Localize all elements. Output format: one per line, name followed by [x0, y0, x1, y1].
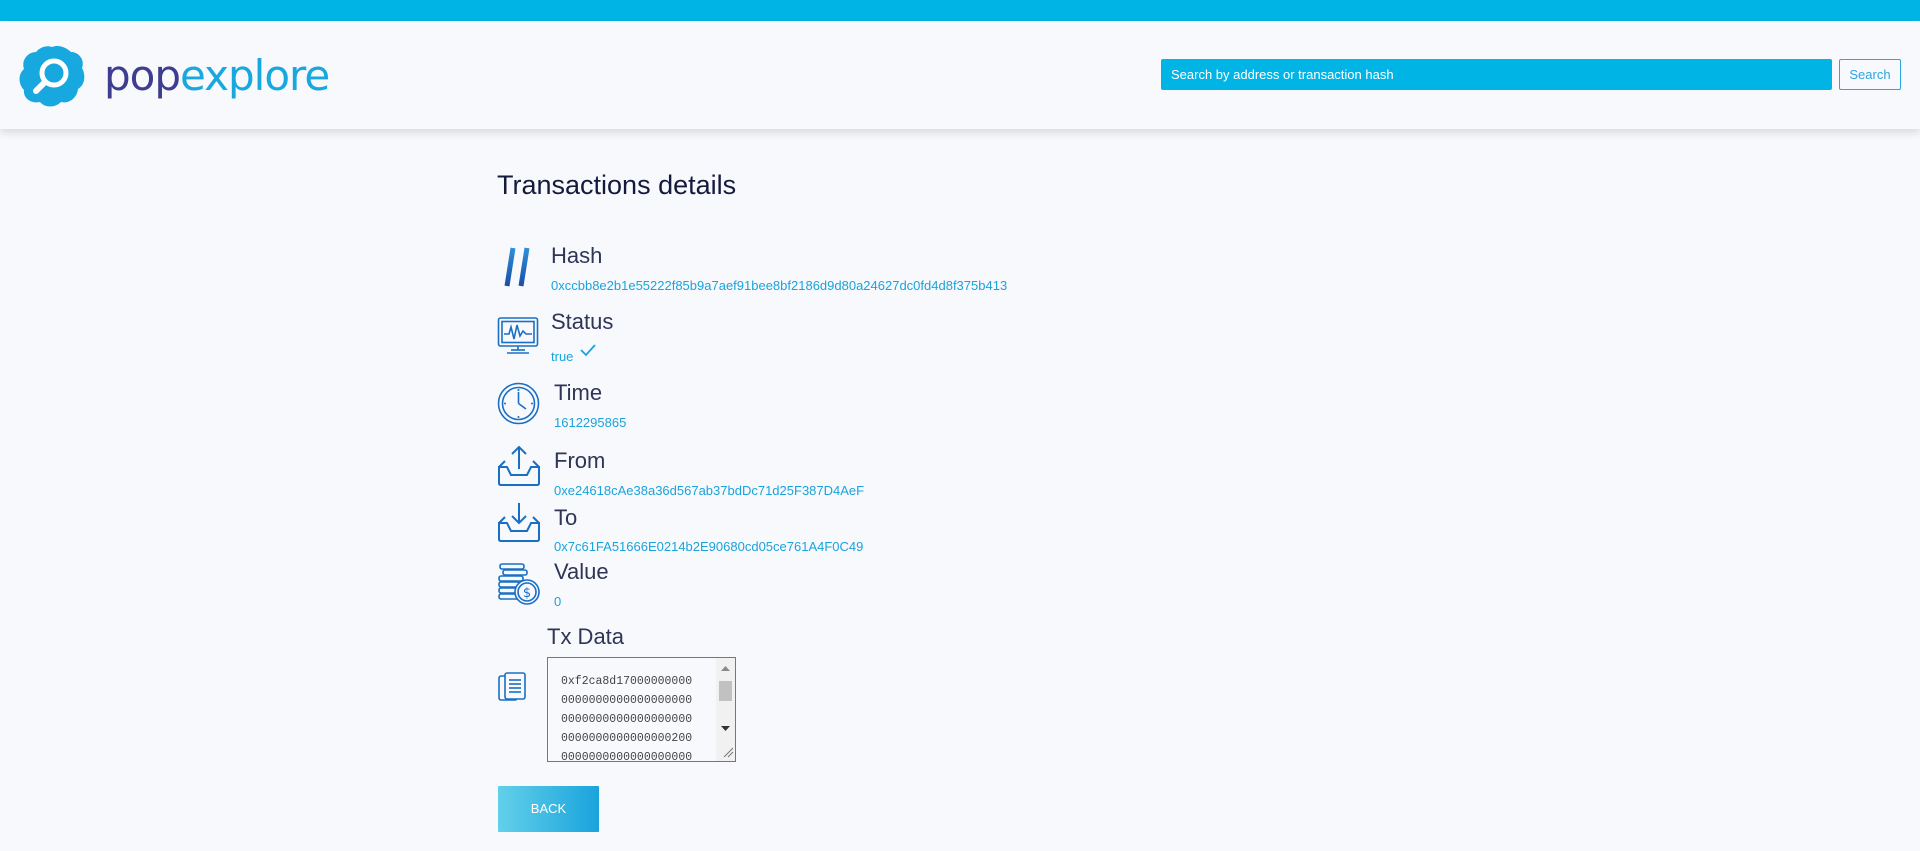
page-title: Transactions details: [497, 170, 737, 200]
logo[interactable]: popexplore: [19, 44, 330, 108]
txdata-label: Tx Data: [547, 624, 625, 649]
documents-icon: [498, 672, 526, 701]
value-label: Value: [554, 559, 609, 584]
logo-text: popexplore: [104, 55, 330, 97]
txdata-scrollbar[interactable]: [716, 658, 735, 761]
txdata-textarea[interactable]: 0xf2ca8d17000000000 0000000000000000000 …: [547, 657, 736, 762]
clock-icon: [497, 382, 540, 425]
from-label: From: [554, 448, 606, 473]
scroll-up-arrow-icon[interactable]: [720, 665, 731, 672]
search-input[interactable]: Search by address or transaction hash: [1161, 59, 1832, 90]
logo-text-explore: explore: [180, 51, 330, 100]
download-tray-icon: [498, 503, 540, 542]
txdata-scroll-thumb[interactable]: [719, 681, 732, 701]
coins-icon: $: [498, 563, 540, 605]
txdata-text: 0xf2ca8d17000000000 0000000000000000000 …: [561, 675, 693, 762]
monitor-icon: [497, 317, 539, 354]
status-value: true: [551, 349, 574, 364]
logo-text-pop: pop: [104, 51, 181, 100]
hash-label: Hash: [551, 243, 603, 268]
to-value[interactable]: 0x7c61FA51666E0214b2E90680cd05ce761A4F0C…: [554, 539, 863, 554]
hash-value[interactable]: 0xccbb8e2b1e55222f85b9a7aef91bee8bf2186d…: [551, 278, 1007, 293]
hash-icon: [498, 247, 535, 287]
value-value: 0: [554, 594, 562, 609]
upload-tray-icon: [498, 445, 540, 486]
logo-magnifier-icon: [19, 45, 85, 107]
top-accent-bar: [0, 0, 1920, 21]
checkmark-icon: [580, 344, 596, 357]
status-label: Status: [551, 309, 614, 334]
time-label: Time: [554, 380, 603, 405]
time-value: 1612295865: [554, 415, 627, 430]
back-button[interactable]: BACK: [498, 786, 599, 832]
scroll-down-arrow-icon[interactable]: [720, 725, 731, 732]
from-value[interactable]: 0xe24618cAe38a36d567ab37bdDc71d25F387D4A…: [554, 483, 864, 498]
search-button[interactable]: Search: [1839, 59, 1901, 90]
svg-text:$: $: [523, 586, 531, 601]
site-header: popexplore Search by address or transact…: [0, 21, 1920, 129]
resize-handle-icon[interactable]: [722, 746, 734, 758]
to-label: To: [554, 505, 578, 530]
